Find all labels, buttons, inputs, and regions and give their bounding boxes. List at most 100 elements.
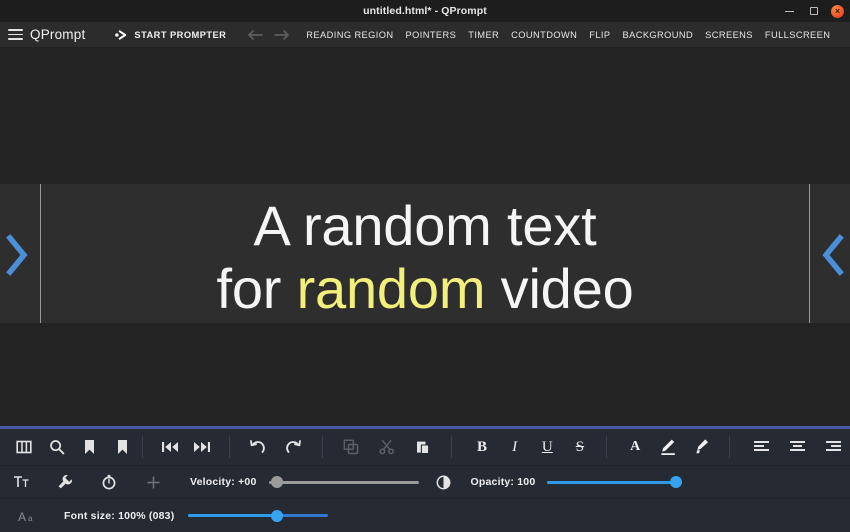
contrast-icon <box>436 475 451 489</box>
skip-next-icon <box>194 442 211 452</box>
add-button[interactable] <box>138 468 168 496</box>
velocity-slider[interactable] <box>268 475 419 489</box>
undo-button[interactable] <box>245 433 269 461</box>
pointer-right[interactable] <box>818 234 848 276</box>
wrench-icon <box>58 475 72 489</box>
close-button[interactable]: × <box>831 4 844 18</box>
text-format-icon <box>13 476 28 487</box>
stopwatch-button[interactable] <box>94 468 124 496</box>
opacity-label: Opacity: 100 <box>470 476 536 488</box>
menu-item-screens[interactable]: SCREENS <box>705 30 753 40</box>
align-center-icon <box>790 441 806 451</box>
start-prompter-label: START PROMPTER <box>134 29 227 40</box>
controls-row: Velocity: +00 Opacity: 100 <box>0 465 850 498</box>
font-size-icon: A a <box>18 510 33 523</box>
skip-next-button[interactable] <box>190 433 214 461</box>
bookmark-icon <box>117 440 127 454</box>
font-size-label: Font size: 100% (083) <box>64 509 175 522</box>
copy-button[interactable] <box>339 433 363 461</box>
script-line-2-prefix: for <box>216 257 297 321</box>
align-left-icon <box>754 441 770 451</box>
text-color-pen-icon <box>661 439 675 455</box>
contrast-button[interactable] <box>429 468 459 496</box>
arrow-left-icon <box>247 29 263 40</box>
minimize-button[interactable] <box>783 5 796 18</box>
undo-icon <box>250 440 266 453</box>
menu-item-fullscreen[interactable]: FULLSCREEN <box>765 30 830 40</box>
menu-item-reading-region[interactable]: READING REGION <box>306 30 393 40</box>
text-color-pen-button[interactable] <box>656 433 680 461</box>
arrow-right-icon <box>273 29 289 40</box>
chevron-right-icon <box>6 234 28 276</box>
text-format-button[interactable] <box>6 468 36 496</box>
window-title: untitled.html* - QPrompt <box>363 5 487 17</box>
italic-button[interactable]: I <box>502 433 526 461</box>
script-line-2-suffix: video <box>485 257 634 321</box>
strikethrough-icon: S <box>575 438 585 455</box>
bookmark-add-button[interactable] <box>77 433 101 461</box>
menu-item-timer[interactable]: TIMER <box>468 30 499 40</box>
nav-back-button[interactable] <box>242 25 268 45</box>
align-right-button[interactable] <box>821 433 845 461</box>
title-bar: untitled.html* - QPrompt × <box>0 0 850 22</box>
font-size-slider[interactable] <box>188 509 329 523</box>
copy-icon <box>343 439 359 455</box>
prompter-area[interactable]: A random text for random video <box>0 48 850 426</box>
panel-toggle-button[interactable] <box>12 433 36 461</box>
paste-icon <box>416 441 429 455</box>
stopwatch-icon <box>102 474 116 490</box>
nav-forward-button[interactable] <box>268 25 294 45</box>
align-left-button[interactable] <box>750 433 774 461</box>
bold-icon: B <box>477 438 488 455</box>
start-prompter-button[interactable]: START PROMPTER <box>115 29 226 41</box>
svg-text:A: A <box>18 510 26 523</box>
reading-region-right-edge <box>809 184 810 323</box>
redo-icon <box>286 440 302 453</box>
highlight-brush-icon <box>695 439 708 454</box>
font-color-button[interactable]: A <box>623 433 647 461</box>
bookmark-button[interactable] <box>110 433 134 461</box>
window-controls: × <box>783 0 844 22</box>
skip-previous-icon <box>161 442 178 452</box>
paste-button[interactable] <box>410 433 434 461</box>
italic-icon: I <box>512 438 518 455</box>
hamburger-menu-icon[interactable] <box>8 29 23 40</box>
cut-button[interactable] <box>375 433 399 461</box>
close-icon: × <box>834 5 841 16</box>
play-arrow-icon <box>115 29 129 41</box>
script-highlighted-word: random <box>296 257 486 321</box>
settings-wrench-button[interactable] <box>50 468 80 496</box>
opacity-slider[interactable] <box>547 475 683 489</box>
menu-item-pointers[interactable]: POINTERS <box>406 30 457 40</box>
font-size-button[interactable]: A a <box>12 502 42 530</box>
svg-text:a: a <box>28 514 33 523</box>
format-toolbar: B I U S A <box>0 429 850 465</box>
font-color-icon: A <box>630 439 641 454</box>
panel-toggle-icon <box>16 440 32 454</box>
script-line-1: A random text <box>253 194 597 257</box>
search-button[interactable] <box>45 433 69 461</box>
qprompt-window: untitled.html* - QPrompt × QPrompt START… <box>0 0 850 532</box>
plus-icon <box>147 476 159 488</box>
bookmark-add-icon <box>85 440 95 454</box>
highlight-brush-button[interactable] <box>688 433 712 461</box>
font-size-row: A a Font size: 100% (083) <box>0 498 850 532</box>
align-center-button[interactable] <box>785 433 809 461</box>
cut-icon <box>379 439 394 455</box>
underline-button[interactable]: U <box>535 433 559 461</box>
menu-items: READING REGION POINTERS TIMER COUNTDOWN … <box>306 30 830 40</box>
underline-icon: U <box>541 438 553 455</box>
bold-button[interactable]: B <box>470 433 494 461</box>
menu-item-background[interactable]: BACKGROUND <box>623 30 694 40</box>
menu-item-countdown[interactable]: COUNTDOWN <box>511 30 577 40</box>
menu-item-flip[interactable]: FLIP <box>589 30 610 40</box>
search-icon <box>50 440 65 455</box>
menu-bar: QPrompt START PROMPTER READING REGION PO… <box>0 22 850 48</box>
pointer-left[interactable] <box>2 234 32 276</box>
maximize-button[interactable] <box>807 5 820 18</box>
strikethrough-button[interactable]: S <box>568 433 592 461</box>
skip-previous-button[interactable] <box>158 433 182 461</box>
redo-button[interactable] <box>281 433 305 461</box>
script-text[interactable]: A random text for random video <box>41 194 809 321</box>
script-line-2: for random video <box>41 257 809 320</box>
